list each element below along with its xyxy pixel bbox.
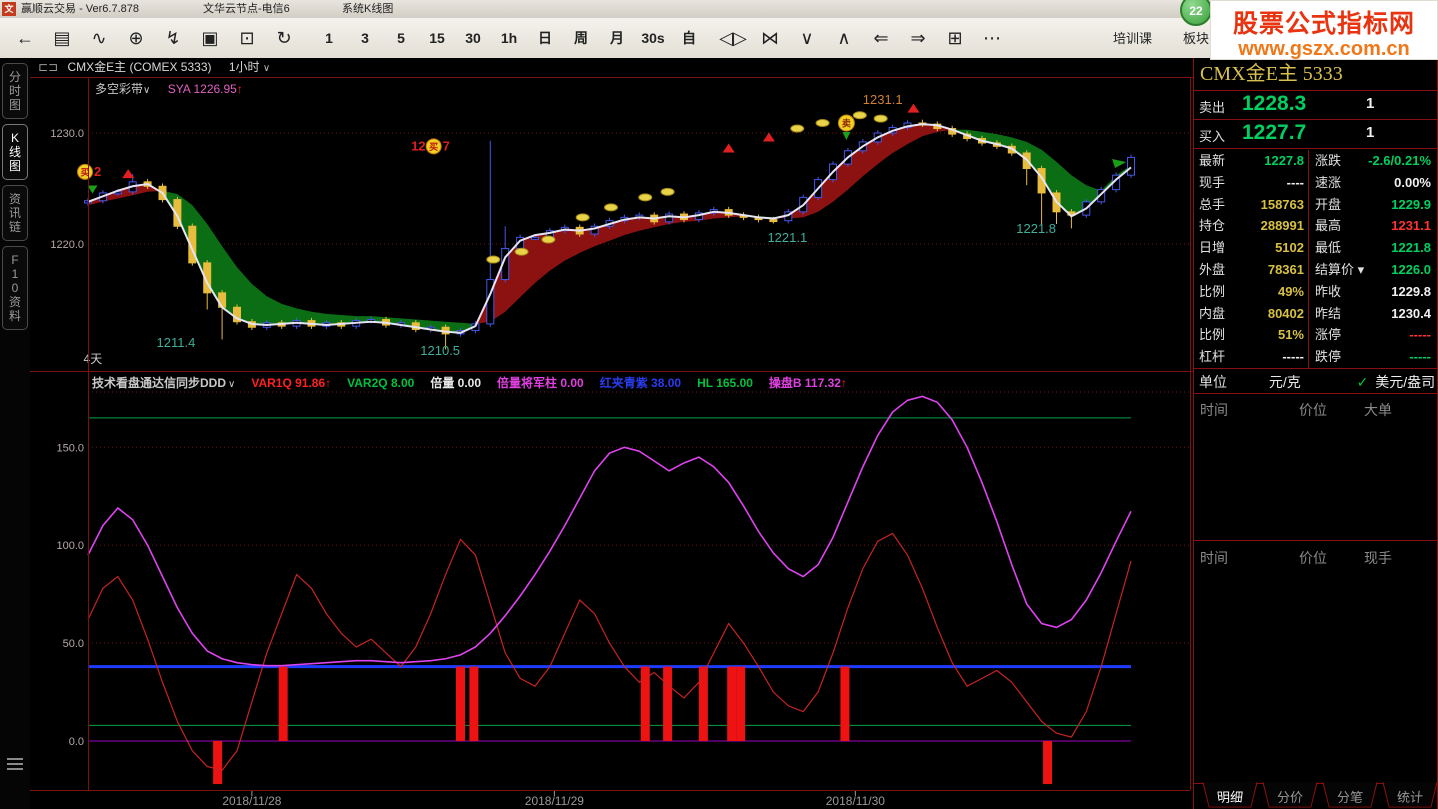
up-arrow-icon: ↑ (237, 82, 243, 96)
svg-text:1231.1: 1231.1 (863, 92, 903, 107)
banner-title: 股票公式指标网 (1211, 4, 1437, 40)
divider (1194, 540, 1437, 541)
quote-row-3: 持仓288991最高1231.1 (1194, 215, 1437, 237)
ask-qty: 1 (1366, 95, 1374, 112)
tab-分笔[interactable]: 分笔 (1322, 782, 1377, 807)
quote-row-9: 杠杆-----跌停----- (1194, 346, 1437, 368)
kline-indicator-label[interactable]: 多空彩带∨ SYA 1226.95↑ (95, 80, 243, 97)
svg-text:1210.5: 1210.5 (420, 343, 460, 358)
symbol-title[interactable]: CMX金E主 (COMEX 5333) (67, 60, 211, 74)
sub-indicator-item-3: 倍量 0.00 (430, 376, 481, 390)
sub-indicator-item-2: VAR2Q 8.00 (347, 376, 414, 390)
menu-hamburger-icon[interactable] (7, 758, 23, 770)
svg-text:50.0: 50.0 (63, 638, 84, 650)
quote-row-1: 现手----速涨0.00% (1194, 172, 1437, 194)
svg-text:1221.1: 1221.1 (767, 230, 807, 245)
quote-symbol-title: CMX金E主 5333 (1194, 58, 1437, 91)
quote-panel: CMX金E主 5333 卖出 1228.3 1 买入 1227.7 1 最新12… (1193, 58, 1438, 809)
sub-indicator-item-1: VAR1Q 91.86↑ (251, 376, 331, 390)
banner-url: www.gszx.com.cn (1211, 38, 1437, 61)
svg-text:2: 2 (94, 164, 101, 179)
svg-text:1220.0: 1220.0 (50, 239, 84, 251)
app-window: 文 赢顺云交易 - Ver6.7.878 文华云节点-电信6 系统K线图 ←▤∿… (0, 0, 1438, 809)
link-icon: ⊏⊐ (38, 60, 58, 74)
bid-price: 1227.7 (1242, 121, 1306, 145)
period-selector[interactable]: 1小时 ∨ (229, 60, 270, 74)
up-arrow-icon: ↑ (841, 376, 847, 390)
sidebar-tab-K线图[interactable]: K线图 (2, 124, 28, 180)
ask-price: 1228.3 (1242, 92, 1306, 116)
svg-text:1221.8: 1221.8 (1016, 221, 1056, 236)
chevron-down-icon: ∨ (143, 85, 150, 96)
svg-text:0.0: 0.0 (69, 736, 84, 748)
bid-qty: 1 (1366, 124, 1374, 141)
sub-indicator-item-5: 红夹青紫 38.00 (600, 376, 681, 390)
ask-row: 卖出 1228.3 1 (1194, 91, 1437, 120)
quote-row-4: 日增5102最低1221.8 (1194, 237, 1437, 259)
left-sidebar: 分时图 K线图资讯链 F10资料 (0, 58, 30, 809)
quote-row-6: 比例49%昨收1229.8 (1194, 281, 1437, 303)
svg-text:买: 买 (429, 142, 438, 152)
quote-row-7: 内盘80402昨结1230.4 (1194, 303, 1437, 325)
chevron-down-icon: ∨ (263, 63, 270, 74)
unit-row: 单位 元/克 ✓ 美元/盎司 (1194, 368, 1437, 394)
detail-tabs: 明细分价分笔统计 (1194, 783, 1437, 809)
ad-banner[interactable]: 股票公式指标网 www.gszx.com.cn (1210, 0, 1438, 60)
unit-yuan-gram[interactable]: 元/克 (1269, 374, 1301, 390)
svg-text:4天: 4天 (84, 352, 103, 366)
svg-text:1230.0: 1230.0 (50, 128, 84, 140)
sub-indicator-item-0[interactable]: 技术看盘通达信同步DDD∨ (92, 376, 235, 390)
sub-indicator-item-6: HL 165.00 (697, 376, 753, 390)
svg-text:2018/11/30: 2018/11/30 (826, 794, 885, 808)
svg-text:卖: 卖 (842, 118, 851, 129)
svg-text:1211.4: 1211.4 (157, 335, 196, 350)
tab-明细[interactable]: 明细 (1202, 782, 1257, 807)
svg-text:150.0: 150.0 (56, 442, 84, 454)
svg-text:100.0: 100.0 (56, 540, 84, 552)
unit-usd-ounce[interactable]: 美元/盎司 (1375, 374, 1435, 390)
svg-text:2018/11/29: 2018/11/29 (525, 794, 584, 808)
quote-grid: 最新1227.8涨跌-2.6/0.21%现手----速涨0.00%总手15876… (1194, 150, 1437, 368)
quote-row-0: 最新1227.8涨跌-2.6/0.21% (1194, 150, 1437, 172)
sidebar-tab-分时图[interactable]: 分时图 (2, 63, 28, 119)
svg-text:12: 12 (411, 138, 425, 153)
sya-value: SYA 1226.95 (168, 82, 237, 96)
sub-indicator-item-4: 倍量将军柱 0.00 (497, 376, 584, 390)
check-icon: ✓ (1357, 374, 1369, 390)
tab-统计[interactable]: 统计 (1382, 782, 1437, 807)
bid-row: 买入 1227.7 1 (1194, 120, 1437, 149)
quote-row-2: 总手158763开盘1229.9 (1194, 194, 1437, 216)
chart-title-bar: ⊏⊐ CMX金E主 (COMEX 5333) 1小时 ∨ (30, 58, 1193, 77)
sub-indicator-header[interactable]: 技术看盘通达信同步DDD∨ VAR1Q 91.86↑ VAR2Q 8.00 倍量 0.… (92, 374, 863, 391)
sidebar-tab-F10资料[interactable]: F10资料 (2, 246, 28, 330)
up-arrow-icon: ↑ (325, 376, 331, 390)
svg-text:2018/11/28: 2018/11/28 (222, 794, 281, 808)
chevron-down-icon: ∨ (228, 379, 235, 390)
quote-row-5: 外盘78361结算价 ▾1226.0 (1194, 259, 1437, 281)
sidebar-tab-资讯链[interactable]: 资讯链 (2, 185, 28, 241)
tab-分价[interactable]: 分价 (1262, 782, 1317, 807)
divider (1308, 150, 1309, 368)
quote-row-8: 比例51%涨停----- (1194, 324, 1437, 346)
svg-text:7: 7 (443, 138, 450, 153)
sub-indicator-item-7: 操盘B 117.32↑ (769, 376, 847, 390)
